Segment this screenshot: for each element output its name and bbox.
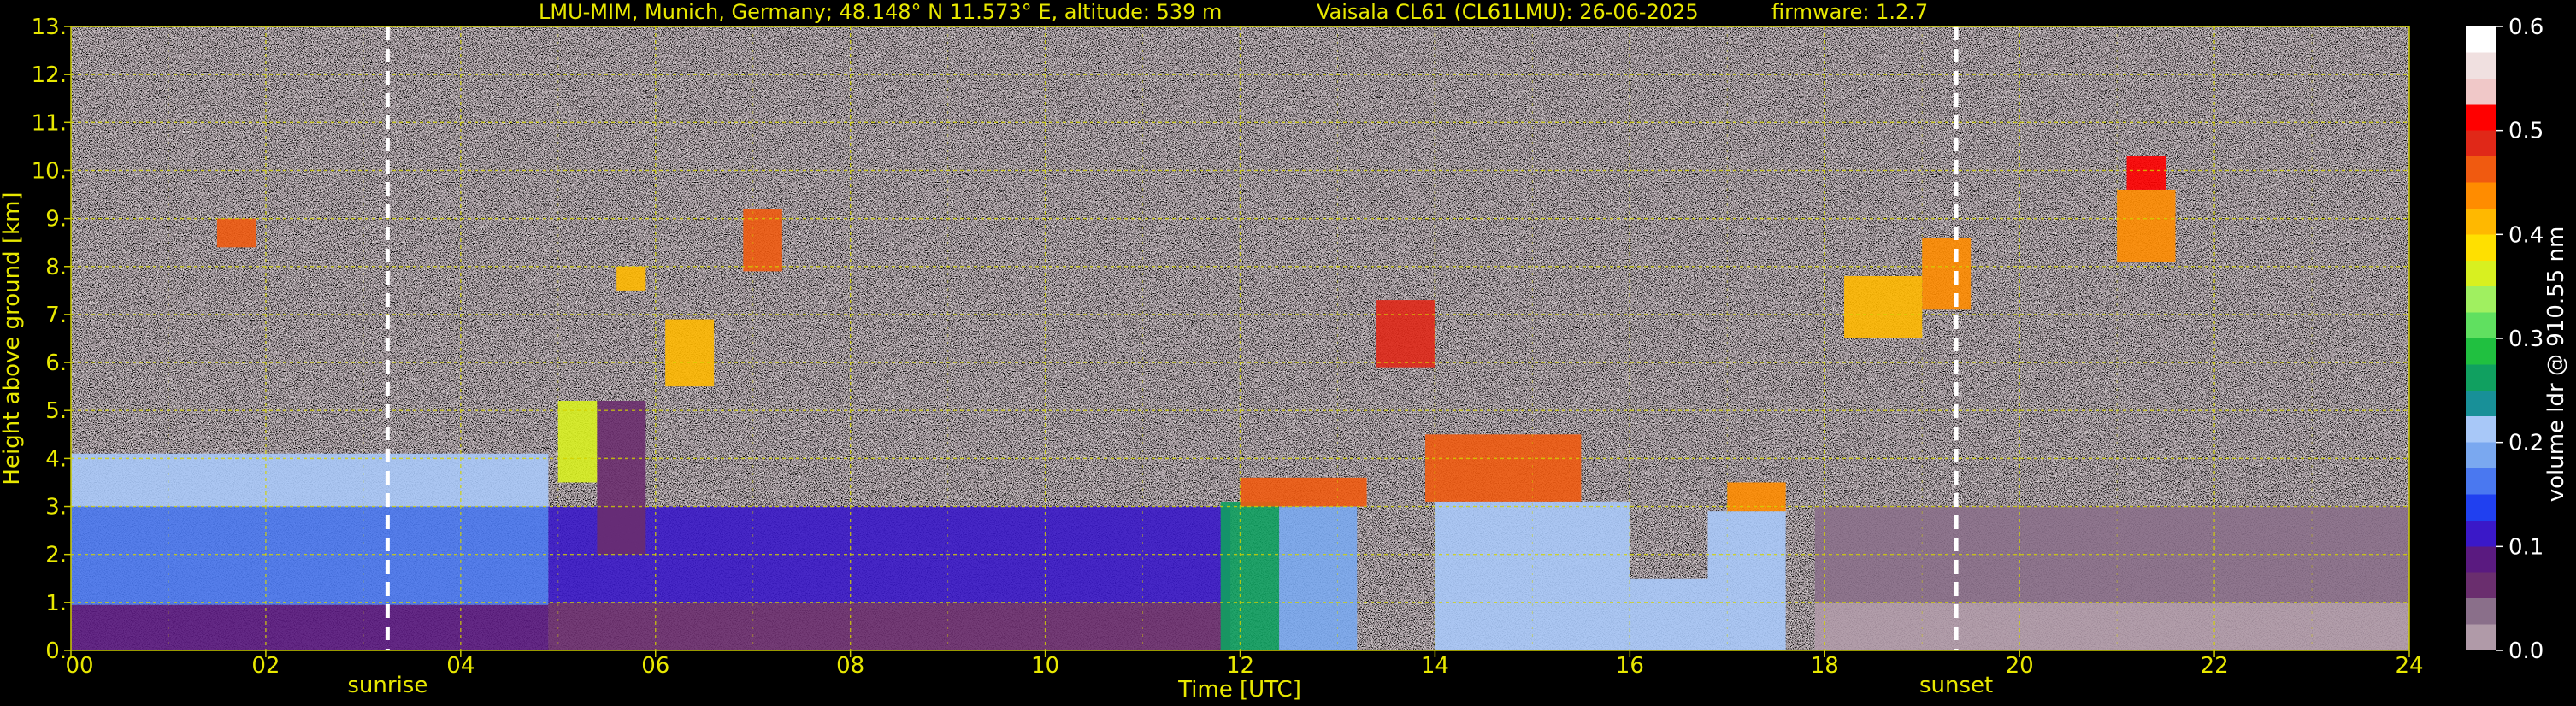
- y-tick-label: 0.: [45, 638, 67, 664]
- x-tick-label: 20: [2006, 653, 2034, 679]
- ldr-region: [597, 401, 646, 555]
- x-tick-label: 02: [251, 653, 280, 679]
- y-tick-label: 1.: [45, 591, 67, 616]
- ldr-region: [216, 218, 256, 248]
- ldr-region: [1240, 477, 1367, 507]
- x-axis-label: Time [UTC]: [1177, 677, 1301, 703]
- x-tick-label: 16: [1616, 653, 1644, 679]
- y-tick-label: 4.: [45, 446, 67, 472]
- colorbar: 0.0 0.1 0.2 0.3 0.4 0.5 0.6 volume ldr @ 910.5…: [2466, 15, 2569, 664]
- ldr-region: [1630, 578, 1708, 650]
- ceilometer-figure: LMU-MIM, Munich, Germany; 48.148° N 11.5…: [0, 0, 2569, 703]
- colorbar-scale: [2466, 26, 2496, 650]
- ldr-region: [1814, 602, 2409, 650]
- ldr-region: [1279, 506, 1358, 650]
- colorbar-tick-label: 0.0: [2508, 638, 2544, 664]
- y-tick-label: 11.: [32, 110, 67, 136]
- ldr-region: [1376, 300, 1435, 368]
- ldr-region: [2117, 189, 2176, 262]
- ldr-region: [71, 604, 549, 650]
- ldr-region: [71, 453, 549, 507]
- ldr-region: [1922, 238, 1972, 310]
- y-tick-label: 8.: [45, 255, 67, 280]
- colorbar-tick-label: 0.2: [2508, 431, 2544, 456]
- ldr-region: [665, 319, 715, 387]
- x-tick-label: 18: [1811, 653, 1839, 679]
- ldr-region: [548, 602, 1231, 650]
- header-firmware: firmware: 1.2.7: [1771, 0, 1928, 24]
- ldr-region: [1425, 434, 1582, 502]
- colorbar-tick-label: 0.3: [2508, 327, 2544, 352]
- x-tick-label: 00: [65, 653, 93, 679]
- ldr-region: [1220, 501, 1280, 650]
- plot-area: [70, 26, 2410, 651]
- ldr-region: [71, 506, 549, 605]
- y-axis: 0. 1. 2. 3. 4. 5. 6. 7. 8. 9. 10. 11. 12. 13.: [32, 15, 71, 664]
- x-tick-label: 22: [2201, 653, 2229, 679]
- y-tick-label: 9.: [45, 207, 67, 232]
- y-tick-label: 5.: [45, 398, 67, 424]
- x-tick-label: 10: [1031, 653, 1059, 679]
- x-tick-label: 08: [836, 653, 864, 679]
- ldr-region: [548, 506, 1231, 603]
- colorbar-tick-label: 0.5: [2508, 119, 2544, 144]
- y-tick-label: 6.: [45, 350, 67, 376]
- x-tick-label: 24: [2395, 653, 2423, 679]
- header-site: LMU-MIM, Munich, Germany; 48.148° N 11.5…: [539, 0, 1222, 24]
- colorbar-ticks: 0.0 0.1 0.2 0.3 0.4 0.5 0.6: [2496, 15, 2544, 664]
- x-tick-label: 12: [1226, 653, 1254, 679]
- colorbar-tick-label: 0.6: [2508, 15, 2544, 40]
- colorbar-tick-label: 0.4: [2508, 222, 2544, 248]
- x-tick-label: 06: [641, 653, 669, 679]
- ldr-region: [1707, 511, 1786, 650]
- sunset-label: sunset: [1919, 673, 1993, 698]
- ldr-region: [557, 401, 598, 483]
- y-tick-label: 13.: [32, 15, 67, 40]
- header-instrument: Vaisala CL61 (CL61LMU): 26-06-2025: [1317, 0, 1699, 24]
- y-tick-label: 12.: [32, 62, 67, 88]
- x-tick-label: 04: [446, 653, 475, 679]
- sunrise-label: sunrise: [347, 673, 427, 698]
- ldr-region: [1844, 276, 1923, 338]
- x-tick-label: 14: [1421, 653, 1449, 679]
- y-tick-label: 10.: [32, 158, 67, 184]
- ldr-region: [2126, 156, 2166, 190]
- y-tick-label: 3.: [45, 495, 67, 521]
- colorbar-label: volume ldr @ 910.55 nm: [2544, 227, 2569, 503]
- y-axis-label: Height above ground [km]: [0, 191, 25, 485]
- y-tick-label: 7.: [45, 303, 67, 328]
- ldr-region: [616, 266, 646, 291]
- y-tick-label: 2.: [45, 543, 67, 568]
- colorbar-tick-label: 0.1: [2508, 534, 2544, 560]
